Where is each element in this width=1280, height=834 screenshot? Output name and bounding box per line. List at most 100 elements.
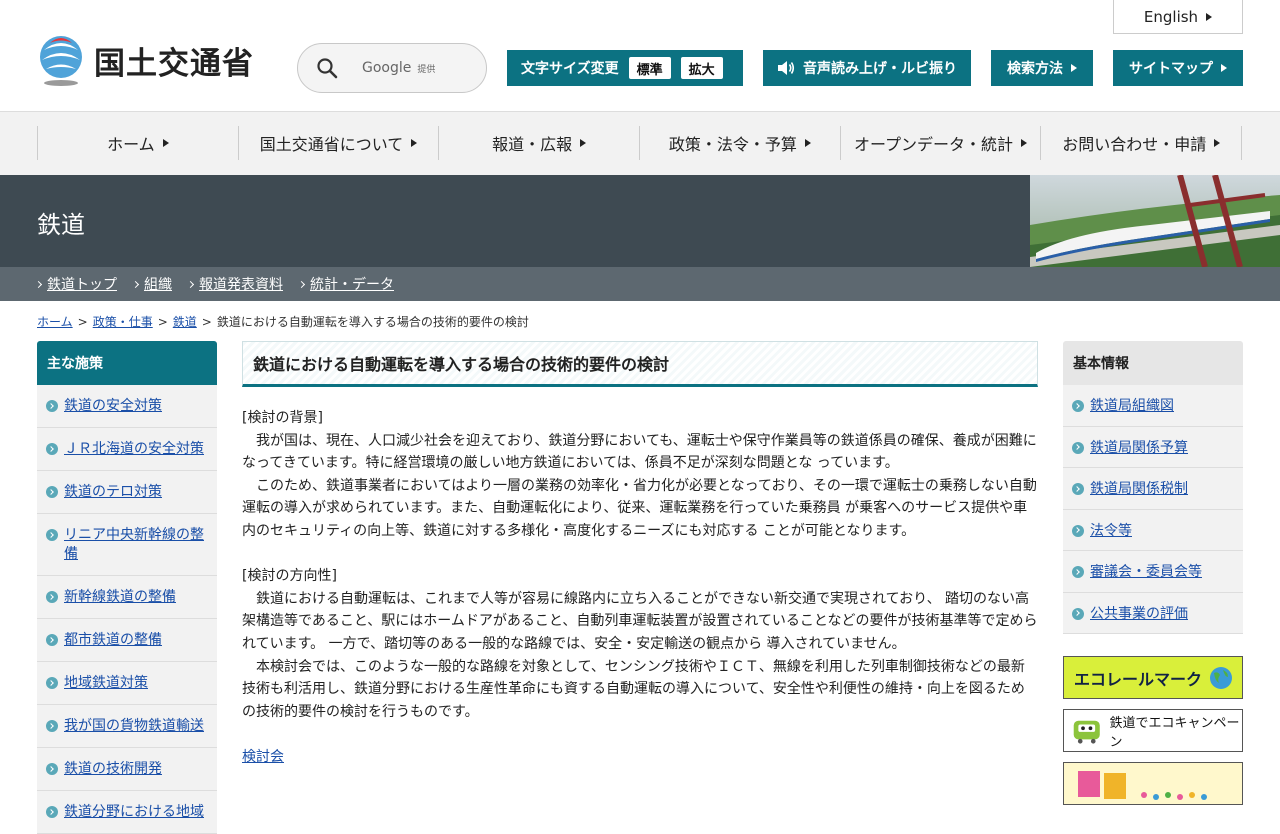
- article-body: [検討の背景] 我が国は、現在、人口減少社会を迎えており、鉄道分野においても、運…: [242, 407, 1038, 769]
- chevron-circle-icon: [1072, 441, 1084, 454]
- sidebar-item-shinkansen: 新幹線鉄道の整備: [37, 576, 217, 619]
- gnav-item-policy[interactable]: 政策・法令・予算: [639, 126, 840, 160]
- sidebar-item-laws: 法令等: [1063, 509, 1243, 551]
- sidebar-item-urban: 都市鉄道の整備: [37, 619, 217, 662]
- arrow-right-icon: [1221, 64, 1227, 72]
- promo-graphic: [1078, 771, 1207, 800]
- chevron-circle-icon: [46, 591, 58, 603]
- sidebar-item-councils: 審議会・委員会等: [1063, 551, 1243, 593]
- sidebar-item-safety: 鉄道の安全対策: [37, 385, 217, 428]
- paragraph: 我が国は、現在、人口減少社会を迎えており、鉄道分野においても、運転士や保守作業員…: [242, 432, 1037, 472]
- sidebar-item-regional: 地域鉄道対策: [37, 662, 217, 705]
- breadcrumb-railway[interactable]: 鉄道: [173, 315, 197, 329]
- committee-link[interactable]: 検討会: [242, 749, 284, 765]
- gnav-item-opendata[interactable]: オープンデータ・統計: [839, 126, 1041, 160]
- chevron-circle-icon: [1072, 483, 1084, 495]
- arrow-right-icon: [1071, 64, 1077, 72]
- subnav-item-top[interactable]: 鉄道トップ: [34, 274, 117, 294]
- chevron-circle-icon: [1072, 607, 1084, 620]
- category-subnav: 鉄道トップ 組織 報道発表資料 統計・データ: [0, 267, 1280, 301]
- sidebar-item-regional-railway: 鉄道分野における地域: [37, 791, 217, 834]
- gnav-item-home[interactable]: ホーム: [37, 126, 238, 160]
- left-sidebar: 主な施策 鉄道の安全対策 ＪＲ北海道の安全対策 鉄道のテロ対策 リニア中央新幹線…: [37, 341, 217, 834]
- site-header: 国土交通省 Google 提供 English 文字サイズ変更 標準 拡大 音声読…: [0, 0, 1280, 112]
- subnav-item-statistics[interactable]: 統計・データ: [297, 274, 394, 294]
- sitemap-button[interactable]: サイトマップ: [1113, 50, 1243, 86]
- category-banner: 鉄道: [0, 175, 1280, 267]
- subnav-item-press-releases[interactable]: 報道発表資料: [186, 274, 283, 294]
- sidebar-item-linear: リニア中央新幹線の整備: [37, 514, 217, 576]
- arrow-right-icon: [1206, 12, 1213, 21]
- site-search[interactable]: Google 提供: [297, 43, 487, 93]
- arrow-right-icon: [162, 139, 169, 147]
- arrow-right-icon: [580, 139, 587, 147]
- chevron-circle-icon: [46, 763, 58, 775]
- chevron-right-icon: [34, 280, 43, 288]
- sidebar-item-terror: 鉄道のテロ対策: [37, 471, 217, 514]
- subnav-item-organization[interactable]: 組織: [131, 274, 172, 294]
- english-link[interactable]: English: [1113, 0, 1243, 34]
- global-nav: ホーム 国土交通省について 報道・広報 政策・法令・予算 オープンデータ・統計 …: [0, 112, 1280, 175]
- breadcrumb-current: 鉄道における自動運転を導入する場合の技術的要件の検討: [216, 315, 529, 329]
- sidebar-item-tech: 鉄道の技術開発: [37, 748, 217, 791]
- sidebar-item-tax: 鉄道局関係税制: [1063, 468, 1243, 510]
- font-size-label: 文字サイズ変更: [521, 61, 619, 77]
- chevron-circle-icon: [46, 529, 58, 541]
- left-sidebar-heading: 主な施策: [37, 341, 217, 385]
- eco-campaign-banner[interactable]: 鉄道でエコキャンペーン: [1063, 709, 1243, 752]
- chevron-circle-icon: [1072, 400, 1084, 412]
- chevron-circle-icon: [46, 400, 58, 412]
- gnav-item-about[interactable]: 国土交通省について: [237, 126, 439, 160]
- arrow-right-icon: [1021, 139, 1028, 147]
- paragraph: このため、鉄道事業者においてはより一層の業務の効率化・省力化が必要となっており、…: [242, 477, 1037, 539]
- mlit-logo[interactable]: 国土交通省: [36, 34, 254, 86]
- sidebar-item-jr-hokkaido: ＪＲ北海道の安全対策: [37, 428, 217, 471]
- arrow-right-icon: [804, 139, 811, 147]
- main-content: 鉄道における自動運転を導入する場合の技術的要件の検討 [検討の背景] 我が国は、…: [242, 341, 1038, 769]
- chevron-circle-icon: [46, 486, 58, 498]
- chevron-circle-icon: [46, 443, 58, 455]
- font-size-standard-button[interactable]: 標準: [628, 57, 671, 79]
- category-title: 鉄道: [37, 211, 85, 239]
- search-provider: Google 提供: [362, 60, 436, 76]
- logo-text: 国土交通省: [94, 45, 254, 82]
- sidebar-item-freight: 我が国の貨物鉄道輸送: [37, 705, 217, 748]
- voice-ruby-button[interactable]: 音声読み上げ・ルビ振り: [763, 50, 971, 86]
- paragraph: 本検討会では、このような一般的な路線を対象として、センシング技術やＩＣＴ、無線を…: [242, 658, 1025, 720]
- breadcrumb-home[interactable]: ホーム: [37, 315, 73, 329]
- chevron-circle-icon: [46, 720, 58, 732]
- chevron-circle-icon: [1072, 566, 1084, 578]
- globe-icon: [1210, 666, 1233, 689]
- chevron-circle-icon: [1072, 524, 1084, 537]
- promo-banner[interactable]: [1063, 762, 1243, 805]
- arrow-right-icon: [411, 139, 418, 147]
- mlit-emblem-icon: [40, 36, 82, 86]
- chevron-circle-icon: [46, 634, 58, 646]
- maglev-train-photo: [1030, 175, 1280, 267]
- right-sidebar-heading: 基本情報: [1063, 341, 1243, 385]
- gnav-item-contact[interactable]: お問い合わせ・申請: [1040, 126, 1243, 160]
- paragraph: 鉄道における自動運転は、これまで人等が容易に線路内に立ち入ることができない新交通…: [242, 590, 1038, 652]
- page-title: 鉄道における自動運転を導入する場合の技術的要件の検討: [242, 341, 1038, 387]
- right-sidebar: 基本情報 鉄道局組織図 鉄道局関係予算 鉄道局関係税制 法令等 審議会・委員会等…: [1063, 341, 1243, 634]
- eco-rail-mark-banner[interactable]: エコレールマーク: [1063, 656, 1243, 699]
- sidebar-item-org-chart: 鉄道局組織図: [1063, 385, 1243, 427]
- section-heading-direction: [検討の方向性]: [242, 568, 337, 585]
- gnav-item-press[interactable]: 報道・広報: [438, 126, 639, 160]
- sidebar-item-evaluation: 公共事業の評価: [1063, 592, 1243, 634]
- train-mascot-icon: [1073, 720, 1100, 744]
- chevron-circle-icon: [46, 677, 58, 689]
- chevron-circle-icon: [46, 806, 58, 818]
- font-size-large-button[interactable]: 拡大: [680, 57, 723, 79]
- chevron-right-icon: [297, 280, 306, 288]
- section-heading-background: [検討の背景]: [242, 410, 323, 426]
- arrow-right-icon: [1214, 139, 1221, 147]
- search-howto-button[interactable]: 検索方法: [991, 50, 1093, 86]
- font-size-control: 文字サイズ変更 標準 拡大: [507, 50, 743, 86]
- search-icon[interactable]: [316, 57, 338, 79]
- chevron-right-icon: [186, 280, 195, 288]
- breadcrumb-policy[interactable]: 政策・仕事: [93, 315, 153, 329]
- sidebar-item-budget: 鉄道局関係予算: [1063, 426, 1243, 468]
- chevron-right-icon: [131, 280, 140, 288]
- breadcrumb: ホーム > 政策・仕事 > 鉄道 > 鉄道における自動運転を導入する場合の技術的要件の検討: [37, 315, 529, 329]
